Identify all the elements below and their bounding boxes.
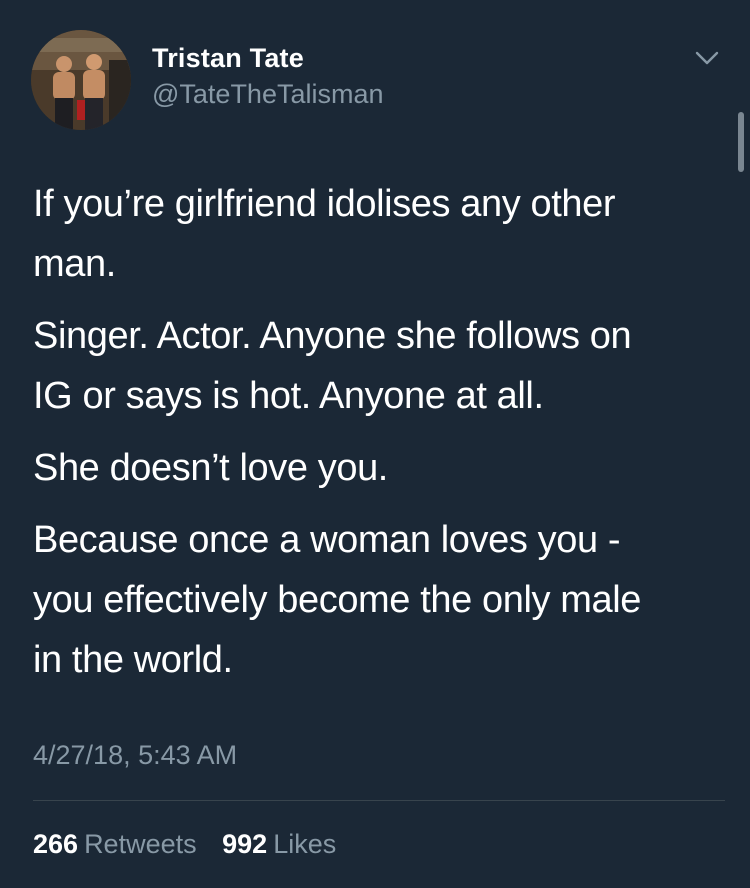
divider (33, 800, 725, 801)
tweet-paragraph: If you’re girlfriend idolises any other … (33, 183, 616, 285)
engagement-stats: 266 Retweets 992 Likes (33, 829, 354, 860)
likes-label: Likes (273, 829, 337, 859)
likes-count: 992 (222, 829, 268, 859)
scrollbar[interactable] (738, 112, 744, 172)
avatar-photo (31, 30, 131, 130)
avatar[interactable] (31, 30, 131, 130)
author-name[interactable]: Tristan Tate (152, 43, 304, 74)
tweet-card: Tristan Tate @TateTheTalisman If you’re … (0, 0, 750, 888)
chevron-down-icon[interactable] (692, 48, 722, 68)
tweet-paragraph: She doesn’t love you. (33, 447, 388, 489)
retweets-label: Retweets (84, 829, 197, 859)
tweet-paragraph: Because once a woman loves you - you eff… (33, 519, 642, 681)
retweets-count: 266 (33, 829, 79, 859)
likes-stat[interactable]: 992 Likes (222, 829, 336, 860)
retweets-stat[interactable]: 266 Retweets (33, 829, 197, 860)
tweet-paragraph: Singer. Actor. Anyone she follows on IG … (33, 315, 632, 417)
tweet-text: If you’re girlfriend idolises any other … (33, 174, 723, 702)
author-handle[interactable]: @TateTheTalisman (152, 79, 384, 110)
tweet-timestamp[interactable]: 4/27/18, 5:43 AM (33, 740, 237, 771)
